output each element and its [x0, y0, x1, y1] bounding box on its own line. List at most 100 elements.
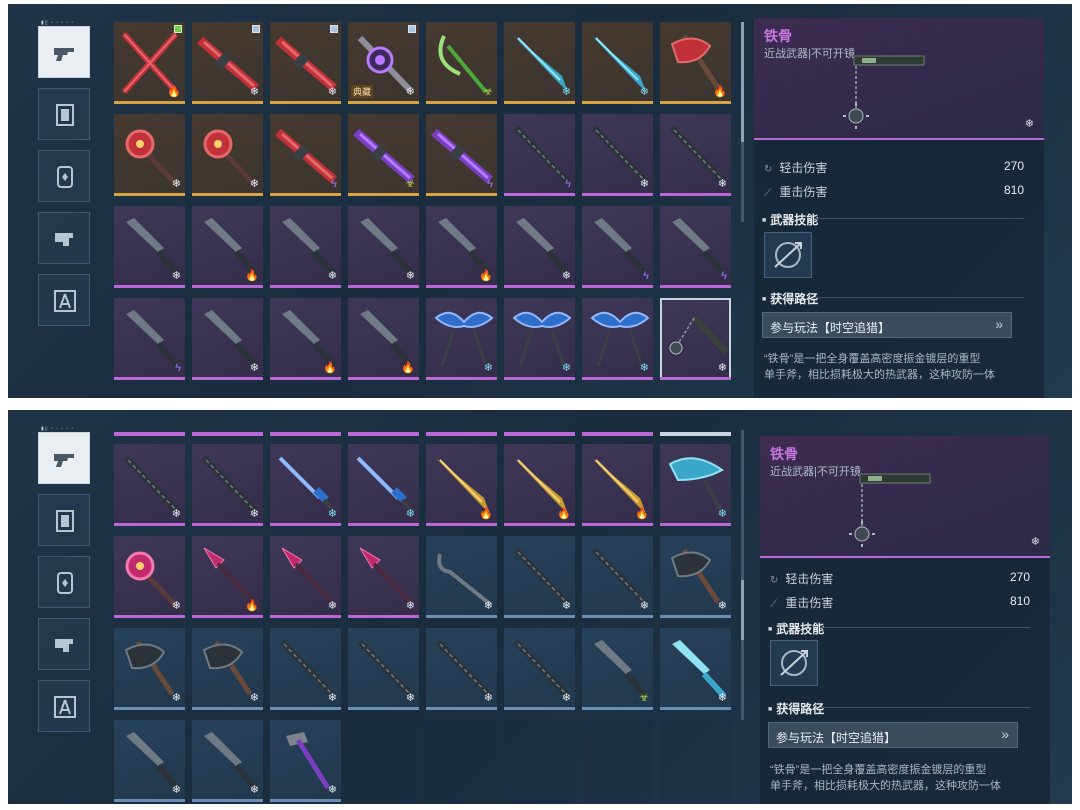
weapon-skill-slot[interactable] [764, 232, 812, 278]
weapon-slot[interactable]: ❄ [270, 720, 341, 802]
weapon-slot[interactable]: ❄ [660, 536, 731, 618]
weapon-slot[interactable]: ❄ [192, 114, 263, 196]
flail-preview-icon [849, 473, 931, 547]
weapon-slot[interactable]: 🔥 [270, 298, 341, 380]
weapon-slot[interactable]: ❄ [270, 206, 341, 288]
weapon-slot[interactable]: ❄ [114, 206, 185, 288]
weapon-slot[interactable]: ❄ [192, 298, 263, 380]
weapon-slot[interactable]: ϟ [660, 206, 731, 288]
frame-icon [56, 104, 74, 126]
weapon-slot[interactable]: ❄ [348, 536, 419, 618]
fire-icon: 🔥 [245, 600, 259, 612]
category-tab-frames[interactable] [38, 88, 90, 140]
ice-icon: ❄ [483, 600, 493, 612]
weapon-slot[interactable]: ❄ [348, 444, 419, 526]
weapon-slot[interactable]: ❄ [348, 628, 419, 710]
category-tab-components[interactable] [38, 618, 90, 670]
select-checkbox[interactable] [174, 25, 182, 33]
frost-icon: ❄ [561, 86, 571, 98]
weapon-slot[interactable]: ❄ [192, 628, 263, 710]
weapon-slot[interactable]: ❄ [348, 206, 419, 288]
heavy-attack-icon: ⟋ [764, 188, 771, 199]
skill-icon [780, 650, 808, 676]
category-tab-components[interactable] [38, 212, 90, 264]
shock-icon: ϟ [643, 270, 649, 282]
acquisition-route-button[interactable]: 参与玩法【时空追猎】 » [768, 722, 1018, 748]
weapon-slot[interactable]: 🔥 [426, 206, 497, 288]
category-tab-blueprints[interactable] [38, 680, 90, 732]
ice-icon: ❄ [249, 362, 259, 374]
weapon-slot[interactable]: 🔥 [114, 22, 185, 104]
category-tab-modules[interactable] [38, 556, 90, 608]
weapon-slot[interactable]: ❄ [660, 628, 731, 710]
grid-scrollbar[interactable] [741, 430, 744, 720]
weapon-slot[interactable]: ϟ [582, 206, 653, 288]
weapon-slot[interactable]: ❄ [114, 720, 185, 802]
fire-icon: 🔥 [401, 362, 415, 374]
weapon-slot[interactable]: ϟ [270, 114, 341, 196]
select-checkbox[interactable] [330, 25, 338, 33]
fire-icon: 🔥 [323, 362, 337, 374]
weapon-slot[interactable]: ❄ [192, 720, 263, 802]
weapon-slot[interactable]: ❄ [192, 444, 263, 526]
weapon-slot[interactable]: ❄ [660, 114, 731, 196]
weapon-slot[interactable]: ❄ [582, 22, 653, 104]
weapon-slot[interactable]: ❄ [270, 444, 341, 526]
weapon-slot[interactable]: 🔥 [426, 444, 497, 526]
category-tab-guns[interactable] [38, 432, 90, 484]
ice-icon: ❄ [249, 508, 259, 520]
category-tab-guns[interactable] [38, 26, 90, 78]
weapon-slot[interactable]: ❄ [660, 444, 731, 526]
weapon-slot[interactable]: 典藏 ❄ [348, 22, 419, 104]
empty-slot [582, 720, 653, 802]
weapon-slot[interactable]: 🔥 [192, 206, 263, 288]
weapon-slot[interactable]: ❄ [660, 298, 731, 380]
weapon-slot[interactable]: ❄ [504, 298, 575, 380]
category-tab-blueprints[interactable] [38, 274, 90, 326]
weapon-slot[interactable]: ❄ [582, 298, 653, 380]
grid-scrollbar[interactable] [741, 22, 744, 222]
fire-icon: 🔥 [557, 508, 571, 520]
weapon-slot[interactable]: ❄ [114, 536, 185, 618]
weapon-slot[interactable]: 🔥 [582, 444, 653, 526]
weapon-slot[interactable]: ϟ [114, 298, 185, 380]
weapon-slot[interactable]: ❄ [270, 22, 341, 104]
weapon-slot[interactable]: ❄ [192, 22, 263, 104]
weapon-slot[interactable]: 🔥 [660, 22, 731, 104]
weapon-slot[interactable]: ❄ [114, 114, 185, 196]
weapon-slot[interactable]: ϟ [504, 114, 575, 196]
weapon-slot[interactable]: ϟ [426, 114, 497, 196]
weapon-skill-slot[interactable] [770, 640, 818, 686]
weapon-slot[interactable]: ❄ [426, 536, 497, 618]
component-icon [55, 233, 73, 246]
component-icon [55, 639, 73, 652]
acquisition-route-button[interactable]: 参与玩法【时空追猎】 » [762, 312, 1012, 338]
weapon-slot[interactable]: ❄ [426, 628, 497, 710]
weapon-slot[interactable]: ❄ [270, 536, 341, 618]
weapon-slot[interactable]: ❄ [504, 22, 575, 104]
route-button-label: 参与玩法【时空追猎】 [776, 731, 897, 745]
select-checkbox[interactable] [252, 25, 260, 33]
weapon-slot[interactable]: ☣ [582, 628, 653, 710]
weapon-slot[interactable]: ❄ [114, 444, 185, 526]
weapon-slot[interactable]: 🔥 [192, 536, 263, 618]
weapon-slot[interactable]: ☣ [348, 114, 419, 196]
fire-icon: 🔥 [713, 86, 727, 98]
weapon-slot[interactable]: 🔥 [504, 444, 575, 526]
weapon-slot[interactable]: ❄ [426, 298, 497, 380]
weapon-slot[interactable]: ❄ [114, 628, 185, 710]
category-tab-frames[interactable] [38, 494, 90, 546]
weapon-slot[interactable]: ☣ [426, 22, 497, 104]
fire-icon: 🔥 [245, 270, 259, 282]
select-checkbox[interactable] [408, 25, 416, 33]
skill-section-title: 武器技能 [762, 211, 818, 228]
weapon-slot[interactable]: ❄ [504, 206, 575, 288]
weapon-slot[interactable]: ❄ [504, 628, 575, 710]
weapon-slot[interactable]: 🔥 [348, 298, 419, 380]
weapon-slot[interactable]: ❄ [582, 114, 653, 196]
weapon-detail-panel: 铁骨 近战武器|不可开镜 ❄ ↻ 轻击伤害 270 ⟋ 重击伤害 810 武器技… [754, 18, 1044, 398]
weapon-slot[interactable]: ❄ [504, 536, 575, 618]
weapon-slot[interactable]: ❄ [582, 536, 653, 618]
weapon-slot[interactable]: ❄ [270, 628, 341, 710]
category-tab-modules[interactable] [38, 150, 90, 202]
